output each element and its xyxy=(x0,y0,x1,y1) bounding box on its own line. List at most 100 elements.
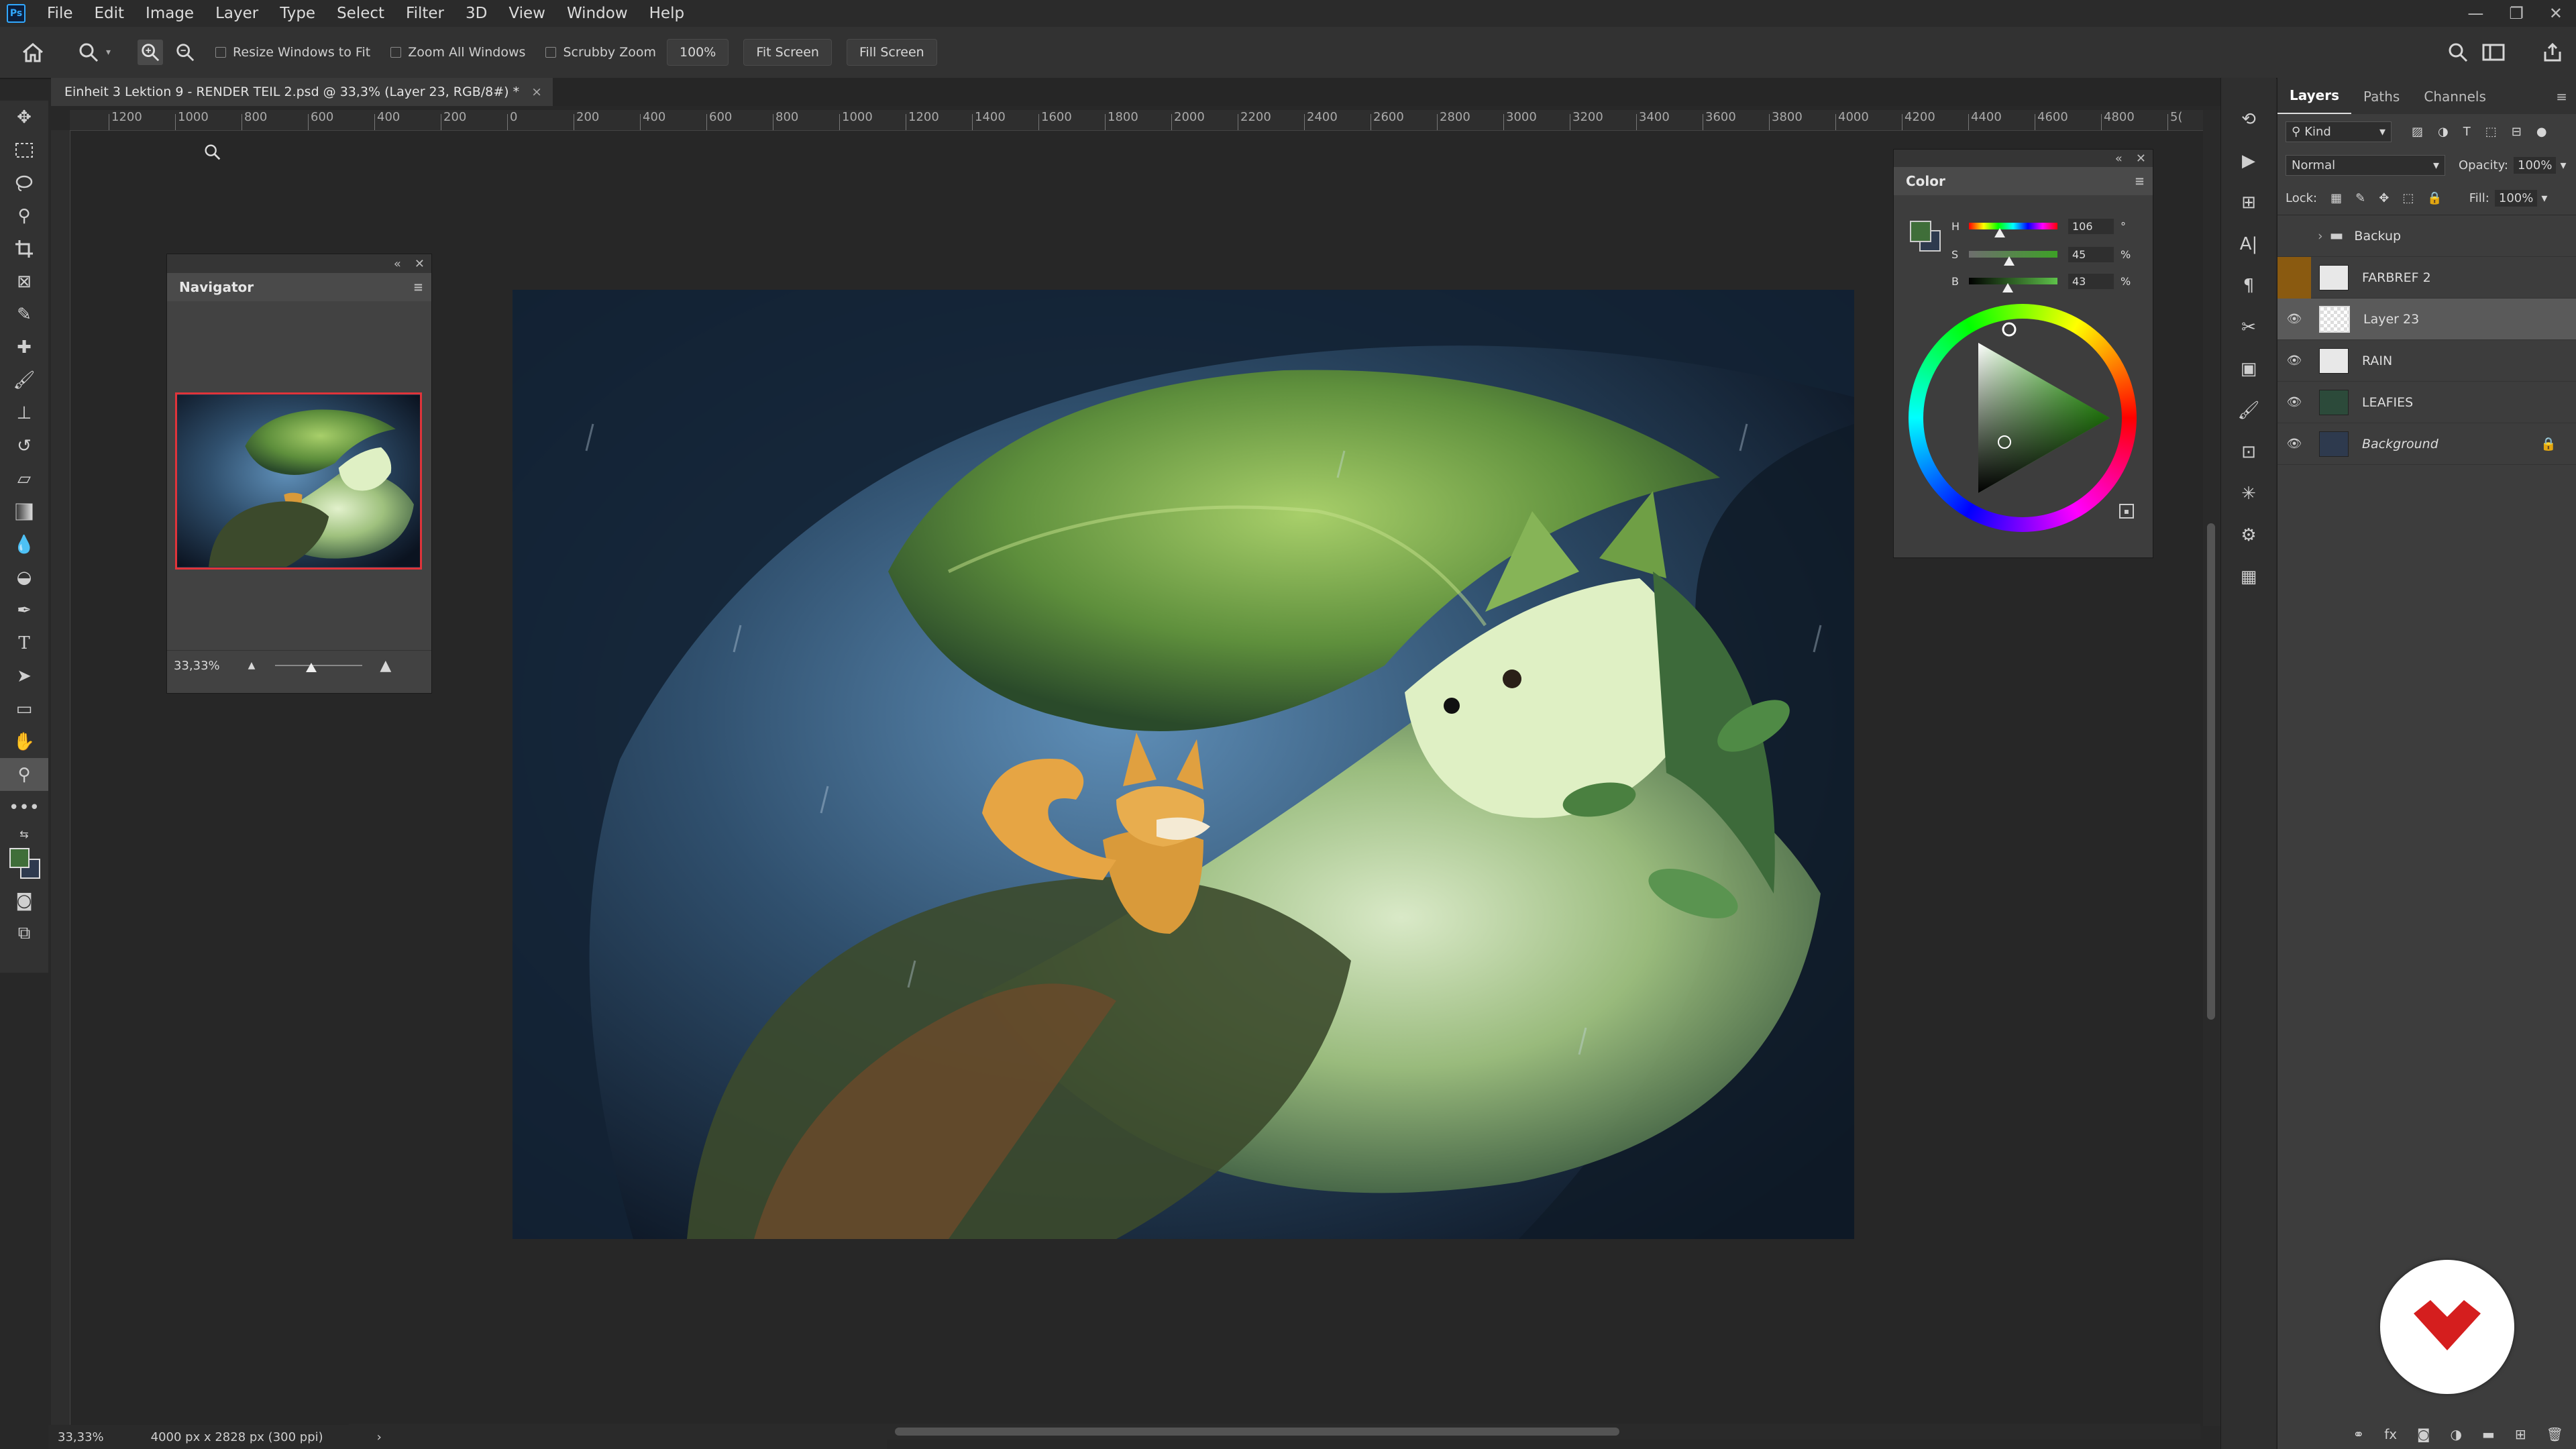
delete-layer-icon[interactable]: 🗑 xyxy=(2546,1426,2563,1442)
new-adjustment-icon[interactable]: ◑ xyxy=(2450,1426,2461,1442)
color-swatch-pair[interactable] xyxy=(1906,215,1943,253)
rectangle-tool-icon[interactable]: ▭ xyxy=(0,692,48,725)
adjustments-icon[interactable]: ✳ xyxy=(2229,476,2269,511)
quick-mask-icon[interactable]: ◙ xyxy=(0,884,48,917)
zoom-in-mountain-icon[interactable]: ▲ xyxy=(380,657,391,674)
stamp-tool-icon[interactable]: ⊥ xyxy=(0,396,48,429)
properties-icon[interactable]: ⊞ xyxy=(2229,185,2269,220)
blend-mode-select[interactable]: Normal ▾ xyxy=(2286,154,2445,176)
tool-presets-icon[interactable]: ✂ xyxy=(2229,310,2269,345)
visibility-toggle-empty[interactable] xyxy=(2277,256,2311,299)
eye-icon[interactable]: 👁 xyxy=(2277,437,2311,451)
close-panel-icon[interactable]: ✕ xyxy=(415,257,425,271)
eye-icon[interactable]: 👁 xyxy=(2277,312,2311,326)
filter-pixel-icon[interactable]: ▨ xyxy=(2412,125,2423,139)
fill-input[interactable]: 100% xyxy=(2494,189,2538,207)
lock-all-icon[interactable]: 🔒 xyxy=(2427,191,2442,205)
brush-tool-icon[interactable]: 🖌 xyxy=(0,364,48,396)
paragraph-icon[interactable]: ¶ xyxy=(2229,268,2269,303)
menu-image[interactable]: Image xyxy=(135,5,205,22)
path-select-tool-icon[interactable]: ➤ xyxy=(0,659,48,692)
home-icon[interactable] xyxy=(21,42,48,62)
actions-play-icon[interactable]: ▶ xyxy=(2229,144,2269,178)
gradient-tool-icon[interactable] xyxy=(0,495,48,528)
fit-screen-button[interactable]: Fit Screen xyxy=(743,39,832,66)
menu-view[interactable]: View xyxy=(498,5,556,22)
type-tool-icon[interactable]: T xyxy=(0,627,48,659)
document-tab[interactable]: Einheit 3 Lektion 9 - RENDER TEIL 2.psd … xyxy=(51,78,553,106)
close-panel-icon[interactable]: ✕ xyxy=(2136,152,2146,166)
search-icon[interactable] xyxy=(2447,42,2469,63)
filter-shape-icon[interactable]: ⬚ xyxy=(2485,125,2497,139)
kind-filter-select[interactable]: ⚲ Kind ▾ xyxy=(2286,121,2392,142)
chevron-down-icon[interactable]: ▾ xyxy=(2541,191,2547,205)
layer-name[interactable]: FARBREF 2 xyxy=(2362,270,2431,285)
zoom-100-button[interactable]: 100% xyxy=(666,39,729,66)
pen-tool-icon[interactable]: ✒ xyxy=(0,594,48,627)
status-menu-arrow[interactable]: › xyxy=(377,1430,382,1444)
new-group-icon[interactable]: ▬ xyxy=(2482,1426,2495,1442)
color-triangle[interactable] xyxy=(1909,304,2137,532)
color-panel-header[interactable]: « ✕ xyxy=(1894,150,2153,167)
slider-thumb[interactable] xyxy=(1994,228,2005,237)
opacity-input[interactable]: 100% xyxy=(2514,156,2557,174)
menu-filter[interactable]: Filter xyxy=(395,5,455,22)
lock-image-icon[interactable]: ✎ xyxy=(2355,191,2365,205)
tab-layers[interactable]: Layers xyxy=(2277,87,2351,114)
foreground-color-swatch[interactable] xyxy=(1910,221,1931,242)
restore-button[interactable]: ❐ xyxy=(2509,4,2524,23)
styles-icon[interactable]: ⚙ xyxy=(2229,518,2269,553)
slider-thumb[interactable] xyxy=(2002,283,2013,292)
brushes-icon[interactable]: 🖌 xyxy=(2229,393,2269,428)
menu-layer[interactable]: Layer xyxy=(205,5,269,22)
layer-name[interactable]: Background xyxy=(2362,437,2438,451)
eraser-tool-icon[interactable]: ▱ xyxy=(0,462,48,495)
add-mask-icon[interactable]: ◙ xyxy=(2417,1426,2430,1442)
history-brush-tool-icon[interactable]: ↺ xyxy=(0,429,48,462)
zoom-out-mountain-icon[interactable]: ▲ xyxy=(248,660,256,671)
panel-menu-icon[interactable]: ≡ xyxy=(413,280,423,294)
filter-smart-object-icon[interactable]: ⊟ xyxy=(2512,125,2522,139)
eyedropper-tool-icon[interactable]: ✎ xyxy=(0,298,48,331)
lasso-tool-icon[interactable] xyxy=(0,166,48,199)
color-wheel-options-icon[interactable]: ▪ xyxy=(2119,504,2134,519)
b-value-input[interactable]: 43 xyxy=(2068,273,2114,289)
chevron-right-icon[interactable]: › xyxy=(2318,229,2323,244)
zoom-tool-icon[interactable]: ⚲ xyxy=(0,758,48,791)
menu-file[interactable]: File xyxy=(36,5,84,22)
crop-tool-icon[interactable] xyxy=(0,232,48,265)
more-tools-icon[interactable]: ••• xyxy=(0,791,48,824)
status-zoom[interactable]: 33,33% xyxy=(58,1430,104,1444)
close-tab-icon[interactable]: × xyxy=(531,85,542,99)
filter-adjustment-icon[interactable]: ◑ xyxy=(2438,125,2449,139)
tab-paths[interactable]: Paths xyxy=(2351,89,2412,114)
clone-source-icon[interactable]: ⊡ xyxy=(2229,435,2269,470)
history-icon[interactable]: ⟲ xyxy=(2229,102,2269,137)
close-window-button[interactable]: ✕ xyxy=(2549,4,2563,23)
dodge-tool-icon[interactable]: ◒ xyxy=(0,561,48,594)
menu-type[interactable]: Type xyxy=(269,5,326,22)
zoom-in-icon[interactable] xyxy=(138,40,164,65)
layer-row-layer-23[interactable]: 👁 Layer 23 xyxy=(2277,299,2576,340)
brightness-slider[interactable] xyxy=(1969,278,2057,292)
menu-window[interactable]: Window xyxy=(556,5,639,22)
hue-slider[interactable] xyxy=(1969,223,2057,237)
collapse-icon[interactable]: « xyxy=(394,257,401,271)
scrubby-zoom-checkbox[interactable]: Scrubby Zoom xyxy=(545,45,656,60)
artwork-canvas[interactable] xyxy=(513,290,1854,1239)
vertical-scroll-thumb[interactable] xyxy=(2207,523,2215,1020)
healing-brush-tool-icon[interactable]: ✚ xyxy=(0,331,48,364)
move-tool-icon[interactable]: ✥ xyxy=(0,101,48,133)
h-value-input[interactable]: 106 xyxy=(2068,218,2114,234)
screen-mode-icon[interactable]: ⧉ xyxy=(0,917,48,950)
menu-edit[interactable]: Edit xyxy=(84,5,136,22)
layer-name[interactable]: Layer 23 xyxy=(2363,312,2419,327)
navigator-preview[interactable] xyxy=(175,392,422,570)
hand-tool-icon[interactable]: ✋ xyxy=(0,725,48,758)
vertical-ruler[interactable] xyxy=(51,130,70,1425)
menu-select[interactable]: Select xyxy=(326,5,395,22)
menu-help[interactable]: Help xyxy=(639,5,695,22)
saturation-slider[interactable] xyxy=(1969,251,2057,266)
fill-screen-button[interactable]: Fill Screen xyxy=(846,39,937,66)
libraries-icon[interactable]: ▣ xyxy=(2229,352,2269,386)
